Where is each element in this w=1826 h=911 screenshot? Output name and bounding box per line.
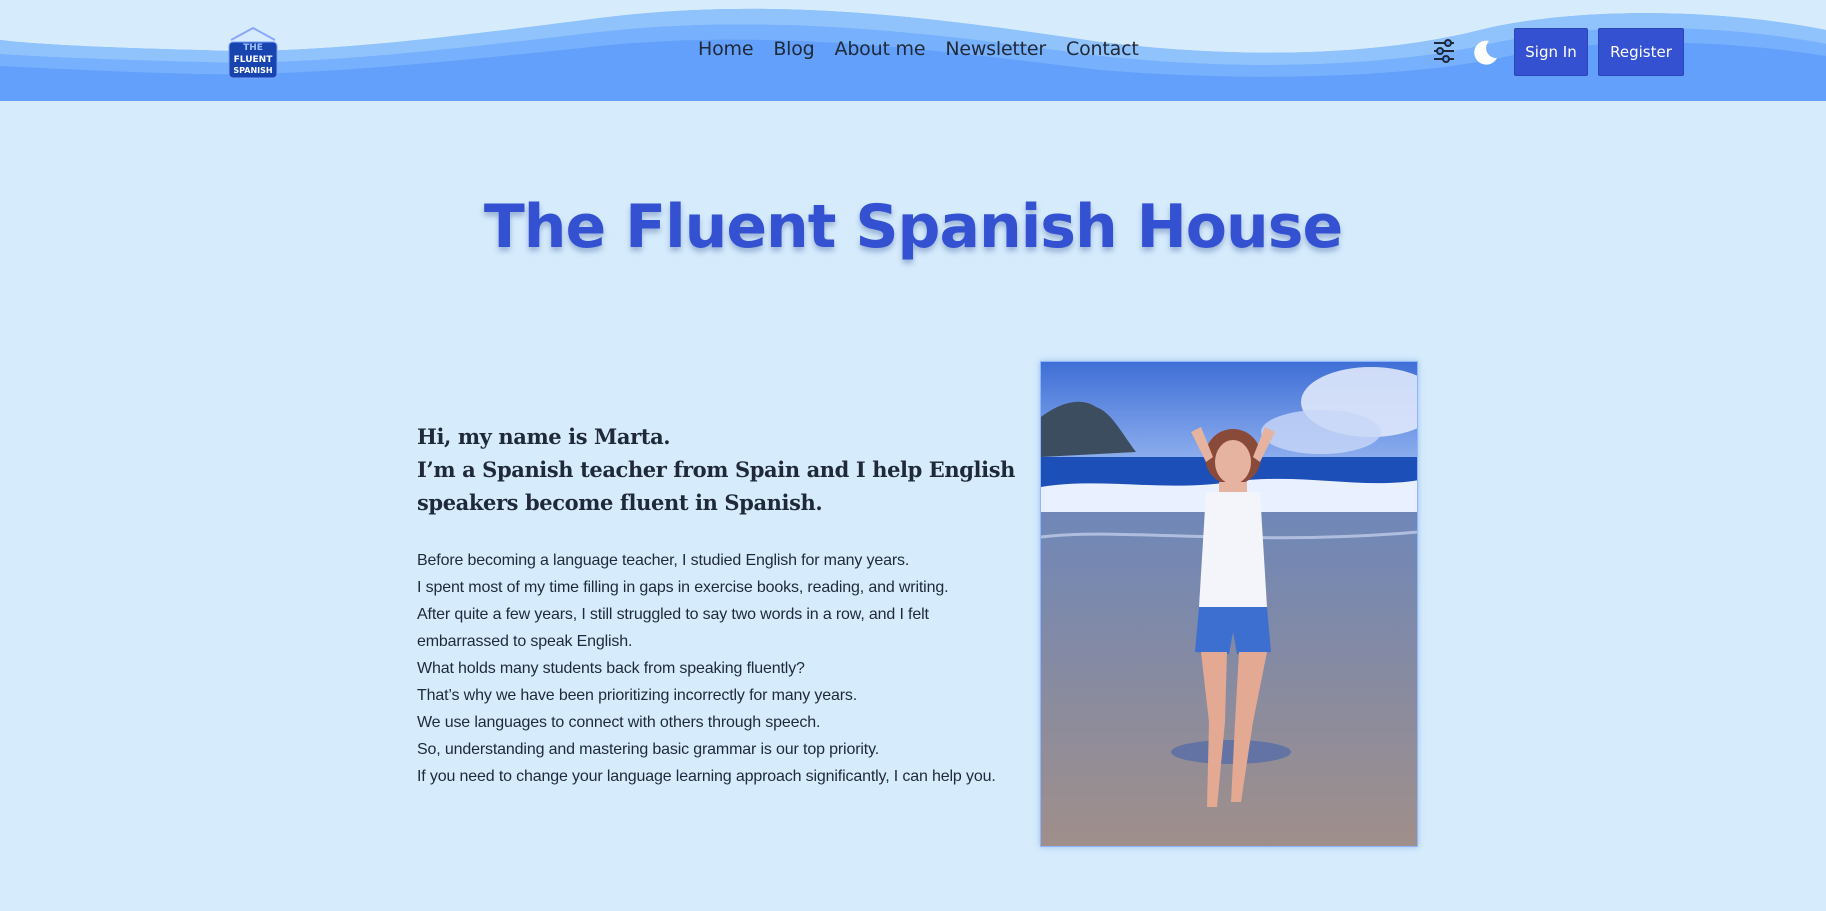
teacher-photo xyxy=(1040,361,1418,847)
intro-paragraph-line: What holds many students back from speak… xyxy=(417,660,805,677)
intro-body: Before becoming a language teacher, I st… xyxy=(417,547,1017,790)
logo-text-spanish: SPANISH xyxy=(233,66,272,75)
intro-paragraph-line: We use languages to connect with others … xyxy=(417,714,821,731)
sliders-icon[interactable] xyxy=(1432,38,1456,64)
logo-text-the: THE xyxy=(243,43,263,53)
intro-paragraph-line: If you need to change your language lear… xyxy=(417,768,996,785)
register-button[interactable]: Register xyxy=(1598,28,1684,76)
sign-in-button[interactable]: Sign In xyxy=(1514,28,1588,76)
intro-paragraph-line: Before becoming a language teacher, I st… xyxy=(417,552,910,569)
intro-paragraph-line: That’s why we have been prioritizing inc… xyxy=(417,687,858,704)
intro-heading-line: I’m a Spanish teacher from Spain and I h… xyxy=(417,457,1016,482)
nav-blog[interactable]: Blog xyxy=(773,38,814,60)
logo-text-fluent: FLUENT xyxy=(234,55,274,65)
page-title: The Fluent Spanish House xyxy=(483,192,1343,262)
intro-paragraph-line: embarrassed to speak English. xyxy=(417,633,633,650)
site-logo[interactable]: THE FLUENT SPANISH xyxy=(225,24,281,80)
moon-icon[interactable] xyxy=(1471,38,1499,66)
nav-about-me[interactable]: About me xyxy=(835,38,926,60)
main-nav: Home Blog About me Newsletter Contact xyxy=(698,38,1139,60)
intro-paragraph-line: So, understanding and mastering basic gr… xyxy=(417,741,880,758)
nav-home[interactable]: Home xyxy=(698,38,754,60)
site-header: THE FLUENT SPANISH Home Blog About me Ne… xyxy=(0,0,1826,101)
nav-newsletter[interactable]: Newsletter xyxy=(945,38,1046,60)
intro-heading-line: speakers become fluent in Spanish. xyxy=(417,490,823,515)
intro-heading: Hi, my name is Marta. I’m a Spanish teac… xyxy=(417,420,1017,519)
intro-section: Hi, my name is Marta. I’m a Spanish teac… xyxy=(417,420,1017,790)
intro-paragraph-line: After quite a few years, I still struggl… xyxy=(417,606,929,623)
intro-heading-line: Hi, my name is Marta. xyxy=(417,424,671,449)
intro-paragraph-line: I spent most of my time filling in gaps … xyxy=(417,579,949,596)
nav-contact[interactable]: Contact xyxy=(1066,38,1139,60)
